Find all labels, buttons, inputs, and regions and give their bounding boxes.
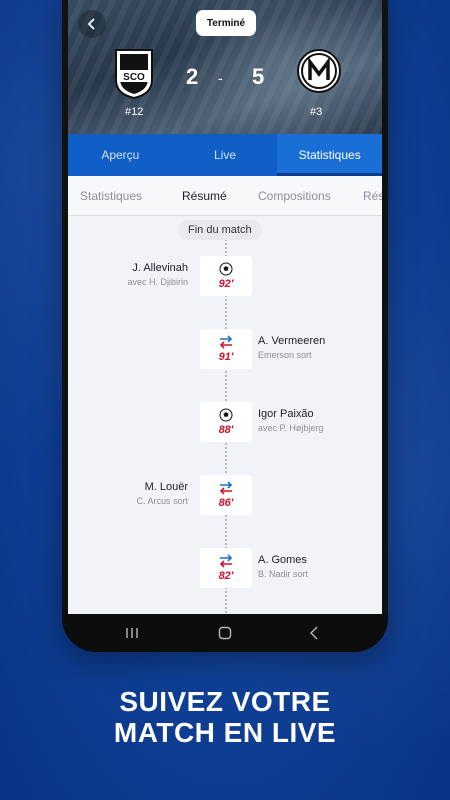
event-marker[interactable]: 86' xyxy=(200,475,252,515)
substitution-icon xyxy=(219,554,233,568)
promo-tagline: SUIVEZ VOTRE MATCH EN LIVE xyxy=(0,686,450,748)
android-nav-bar xyxy=(62,614,388,652)
soccer-ball-icon xyxy=(219,262,233,276)
event-player[interactable]: Igor Paixão xyxy=(258,408,323,420)
event-player[interactable]: A. Vermeeren xyxy=(258,335,325,347)
back-button[interactable] xyxy=(78,10,106,38)
score-separator: - xyxy=(218,70,223,86)
event-player[interactable]: J. Allevinah xyxy=(127,262,188,274)
tab-apercu[interactable]: Aperçu xyxy=(68,134,173,176)
tagline-line-1: SUIVEZ VOTRE xyxy=(119,686,331,717)
subtab-compositions[interactable]: Compositions xyxy=(258,176,331,215)
event-player-out: B. Nadir sort xyxy=(258,569,309,579)
recent-apps-button[interactable] xyxy=(112,614,152,652)
app-screen: Terminé SCO 2 - 5 #12 #3 Aperçu Live Sta… xyxy=(68,0,382,614)
event-assist: avec H. Djibirin xyxy=(127,277,188,287)
chevron-left-icon xyxy=(87,18,95,30)
event-marker[interactable]: 88' xyxy=(200,402,252,442)
home-icon xyxy=(218,626,232,640)
event-marker[interactable]: 92' xyxy=(200,256,252,296)
home-score: 2 xyxy=(186,64,199,89)
event-minute: 91' xyxy=(218,351,234,363)
event-player-out: C. Arcus sort xyxy=(136,496,188,506)
main-tabs: Aperçu Live Statistiques xyxy=(68,134,382,176)
subtab-statistiques[interactable]: Statistiques xyxy=(80,176,142,215)
end-of-match-label: Fin du match xyxy=(178,220,262,240)
subtab-resume[interactable]: Résumé xyxy=(182,176,227,215)
match-timeline: Fin du match 92' J. Allevinah avec H. Dj… xyxy=(68,216,382,614)
home-team-rank: #12 xyxy=(125,106,144,118)
away-score: 5 xyxy=(252,64,265,89)
away-team-rank: #3 xyxy=(310,106,323,118)
tab-statistiques[interactable]: Statistiques xyxy=(277,134,382,176)
tab-live[interactable]: Live xyxy=(173,134,278,176)
back-nav-button[interactable] xyxy=(294,614,334,652)
event-player[interactable]: A. Gomes xyxy=(258,554,308,566)
match-header: Terminé SCO 2 - 5 #12 #3 xyxy=(68,0,382,134)
event-detail: J. Allevinah avec H. Djibirin xyxy=(127,262,188,287)
home-logo-text: SCO xyxy=(123,72,145,83)
sub-tabs: Statistiques Résumé Compositions Rés xyxy=(68,176,382,216)
event-player[interactable]: M. Louër xyxy=(136,481,188,493)
event-assist: avec P. Højbjerg xyxy=(258,423,324,433)
substitution-icon xyxy=(219,481,233,495)
away-team-logo[interactable] xyxy=(296,48,342,94)
event-minute: 92' xyxy=(218,278,234,290)
event-detail: M. Louër C. Arcus sort xyxy=(136,481,188,506)
recent-apps-icon xyxy=(126,628,138,638)
event-marker[interactable]: 91' xyxy=(200,329,252,369)
event-minute: 88' xyxy=(218,424,234,436)
event-marker[interactable]: 82' xyxy=(200,548,252,588)
event-minute: 82' xyxy=(218,570,234,582)
home-button[interactable] xyxy=(205,614,245,652)
phone-frame: Terminé SCO 2 - 5 #12 #3 Aperçu Live Sta… xyxy=(62,0,388,652)
home-team-logo[interactable]: SCO xyxy=(114,48,154,100)
event-minute: 86' xyxy=(218,497,234,509)
soccer-ball-icon xyxy=(219,408,233,422)
chevron-left-icon xyxy=(310,626,318,640)
match-status-badge: Terminé xyxy=(196,10,256,36)
event-detail: A. Gomes B. Nadir sort xyxy=(258,554,308,579)
subtab-resultats[interactable]: Rés xyxy=(363,176,382,215)
event-detail: A. Vermeeren Emerson sort xyxy=(258,335,325,360)
substitution-icon xyxy=(219,335,233,349)
event-player-out: Emerson sort xyxy=(258,350,312,360)
event-detail: Igor Paixão avec P. Højbjerg xyxy=(258,408,323,433)
tagline-line-2: MATCH EN LIVE xyxy=(113,717,337,748)
